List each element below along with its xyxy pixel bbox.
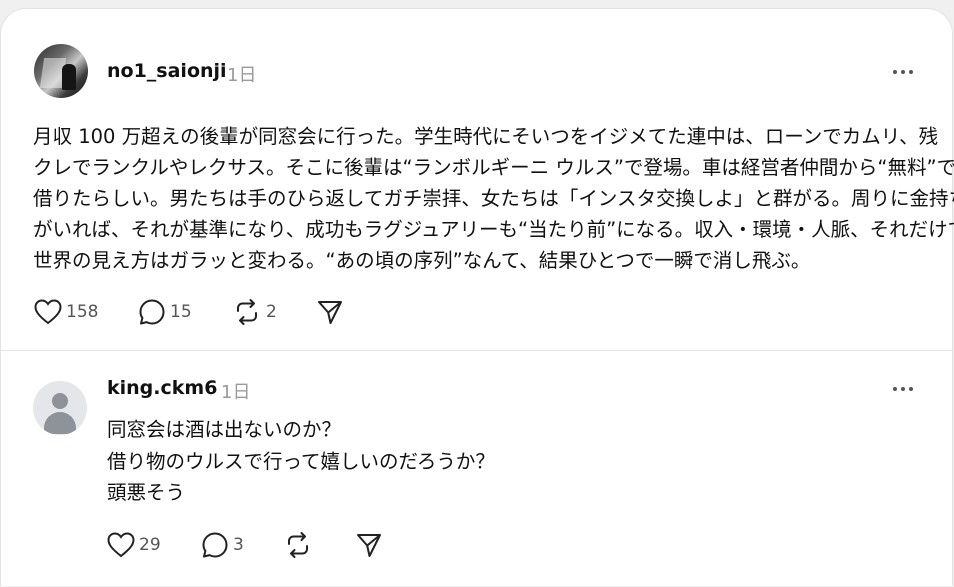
- share-icon: [357, 534, 381, 557]
- post-line: 世界の見え方はガラッと変わる。“あの頃の序列”なんて、結果ひとつで一瞬で消し飛ぶ…: [33, 249, 811, 272]
- post: no1_saionji 1日 月収 100 万超えの後輩が同窓会に行った。学生時…: [1, 9, 954, 350]
- repost-icon: [288, 532, 308, 558]
- reply-avatar[interactable]: [33, 381, 87, 435]
- post-line: クレでランクルやレクサス。そこに後輩は“ランボルギーニ ウルス”で登場。車は経営…: [33, 156, 954, 179]
- more-icon[interactable]: [893, 385, 917, 393]
- comment-count: 3: [233, 535, 244, 555]
- post-line: 借りたらしい。男たちは手のひら返してガチ崇拝、女たちは「インスタ交換しよ」と群が…: [33, 187, 954, 210]
- heart-icon: [34, 299, 62, 325]
- reply-time[interactable]: 1日: [221, 378, 250, 404]
- post-line: がいれば、それが基準になり、成功もラグジュアリーも“当たり前”になる。収入・環境…: [33, 218, 954, 241]
- like-button[interactable]: 158: [34, 298, 98, 326]
- reply: king.ckm6 1日 同窓会は酒は出ないのか？ 借り物のウルスで行って嬉しい…: [1, 351, 952, 587]
- more-icon[interactable]: [893, 68, 917, 76]
- share-button[interactable]: [316, 298, 344, 326]
- reply-body: 同窓会は酒は出ないのか？ 借り物のウルスで行って嬉しいのだろうか？ 頭悪そう: [107, 414, 907, 509]
- share-icon: [318, 301, 342, 324]
- repost-icon: [237, 299, 257, 325]
- reply-line: 頭悪そう: [107, 481, 186, 504]
- post-actions: 158 15 2: [34, 298, 374, 326]
- comment-count: 15: [170, 302, 192, 322]
- repost-button[interactable]: [283, 531, 313, 559]
- share-button[interactable]: [355, 531, 383, 559]
- reply-actions: 29 3: [107, 531, 407, 559]
- like-count: 158: [66, 302, 99, 322]
- post-avatar[interactable]: [34, 44, 88, 98]
- like-count: 29: [139, 535, 161, 555]
- comment-button[interactable]: 15: [138, 298, 192, 326]
- post-body: 月収 100 万超えの後輩が同窓会に行った。学生時代にそいつをイジメてた連中は、…: [33, 121, 954, 276]
- post-line: 月収 100 万超えの後輩が同窓会に行った。学生時代にそいつをイジメてた連中は、…: [33, 125, 939, 148]
- reply-username[interactable]: king.ckm6: [107, 377, 217, 399]
- comment-icon: [202, 532, 228, 558]
- thread-card: no1_saionji 1日 月収 100 万超えの後輩が同窓会に行った。学生時…: [0, 8, 954, 587]
- repost-count: 2: [266, 302, 277, 322]
- like-button[interactable]: 29: [107, 531, 161, 559]
- comment-button[interactable]: 3: [201, 531, 244, 559]
- reply-line: 同窓会は酒は出ないのか？: [107, 418, 342, 441]
- post-time[interactable]: 1日: [227, 61, 256, 87]
- heart-icon: [107, 532, 135, 558]
- comment-icon: [139, 299, 165, 325]
- reply-line: 借り物のウルスで行って嬉しいのだろうか？: [107, 449, 495, 473]
- post-username[interactable]: no1_saionji: [107, 60, 227, 82]
- repost-button[interactable]: 2: [232, 298, 277, 326]
